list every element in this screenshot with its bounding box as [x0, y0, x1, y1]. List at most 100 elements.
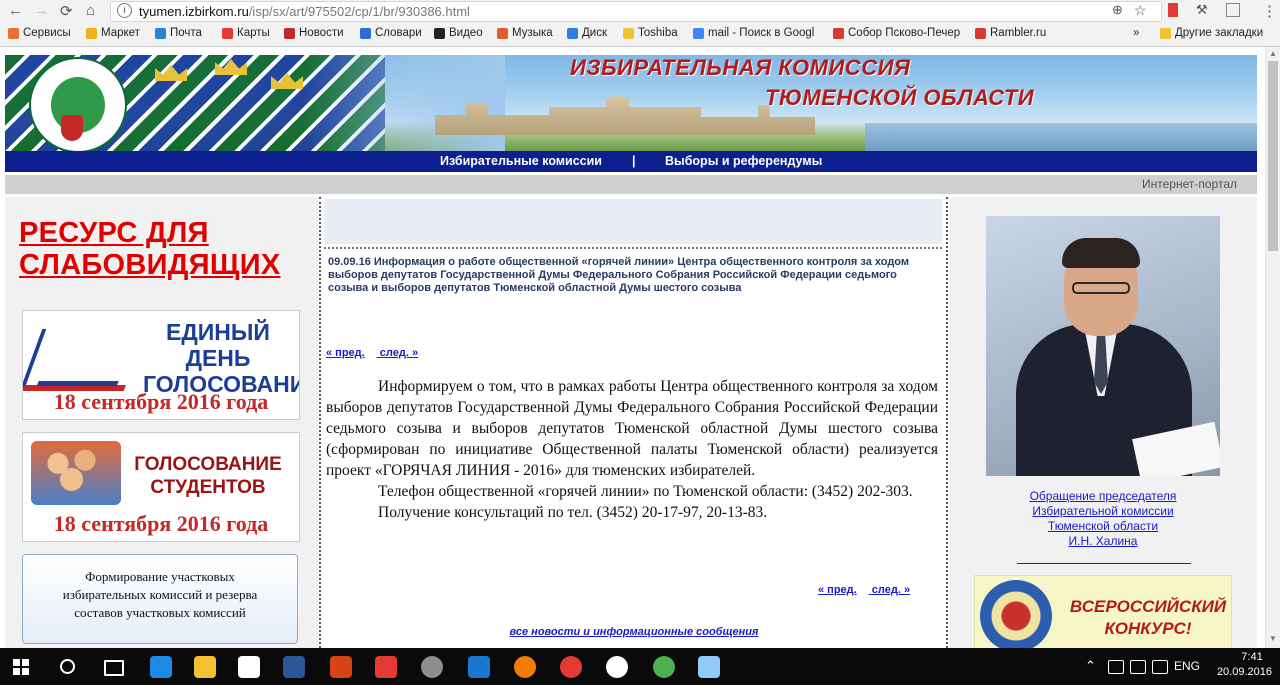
- bookmark-item[interactable]: mail - Поиск в Googl: [693, 27, 814, 39]
- pager-bottom: « пред. след. »: [818, 584, 922, 596]
- chrome-icon[interactable]: [653, 656, 675, 678]
- bookmark-label: Собор Псково-Печер: [848, 27, 961, 39]
- star-icon[interactable]: ☆: [1134, 2, 1147, 19]
- bookmark-item[interactable]: Маркет: [86, 27, 140, 39]
- search-icon[interactable]: [60, 659, 75, 674]
- seal-icon: [980, 580, 1052, 648]
- bookmark-label: Словари: [375, 27, 422, 39]
- yandex-icon[interactable]: [375, 656, 397, 678]
- all-news-link[interactable]: все новости и информационные сообщения: [322, 626, 946, 638]
- site-title-line1: ИЗБИРАТЕЛЬНАЯ КОМИССИЯ: [570, 55, 911, 80]
- info-icon[interactable]: i: [117, 3, 132, 18]
- scroll-thumb[interactable]: [1268, 61, 1278, 251]
- commission-emblem[interactable]: [29, 57, 127, 151]
- bookmark-item[interactable]: Собор Псково-Печер: [833, 27, 960, 39]
- zoom-icon[interactable]: ⊕: [1112, 2, 1123, 18]
- bookmark-item[interactable]: Rambler.ru: [975, 27, 1046, 39]
- bookmark-item[interactable]: Сервисы: [8, 27, 71, 39]
- article-paragraph: Информируем о том, что в рамках работы Ц…: [326, 378, 938, 479]
- bookmark-item[interactable]: Карты: [222, 27, 270, 39]
- notifications-icon[interactable]: [1152, 660, 1168, 674]
- bookmark-item[interactable]: Музыка: [497, 27, 553, 39]
- flag-icon[interactable]: [1168, 3, 1178, 17]
- voting-day-banner[interactable]: ЕДИНЫЙ ДЕНЬ ГОЛОСОВАНИЯ 18 сентября 2016…: [22, 310, 300, 420]
- bookmark-icon: [434, 27, 445, 39]
- scroll-down-icon[interactable]: ▼: [1269, 634, 1277, 643]
- store-icon[interactable]: [238, 656, 260, 678]
- clock-time[interactable]: 7:41: [1232, 651, 1272, 663]
- forward-icon[interactable]: →: [34, 2, 49, 19]
- article-paragraph: Получение консультаций по тел. (3452) 20…: [378, 504, 768, 521]
- windows-start-icon[interactable]: [13, 659, 29, 675]
- other-bookmarks[interactable]: Другие закладки: [1160, 27, 1263, 39]
- explorer-icon[interactable]: [194, 656, 216, 678]
- bookmark-label: Карты: [237, 27, 270, 39]
- bookmark-icon: [284, 27, 295, 39]
- bookmark-item[interactable]: Новости: [284, 27, 344, 39]
- next-link[interactable]: след. »: [380, 347, 418, 359]
- extension-icon[interactable]: ⚒: [1196, 2, 1208, 18]
- chairman-photo[interactable]: [986, 216, 1220, 476]
- bookmark-icon: [623, 27, 634, 39]
- chairman-appeal-link[interactable]: Обращение председателя Избирательной ком…: [949, 489, 1257, 549]
- word-icon[interactable]: [283, 656, 305, 678]
- network-icon[interactable]: [1130, 660, 1146, 674]
- reload-icon[interactable]: ⟳: [60, 2, 73, 20]
- nav-link-elections[interactable]: Выборы и референдумы: [665, 154, 822, 168]
- bookmarks-bar: Сервисы Маркет Почта Карты Новости Словари Вид…: [0, 22, 1280, 47]
- app-circle-icon[interactable]: [421, 656, 443, 678]
- site-title-line2: ТЮМЕНСКОЙ ОБЛАСТИ: [765, 85, 1035, 110]
- bookmark-item[interactable]: Словари: [360, 27, 422, 39]
- content-header: [324, 199, 942, 244]
- prev-link[interactable]: « пред.: [326, 347, 365, 359]
- nav-link-commissions[interactable]: Избирательные комиссии: [440, 154, 602, 168]
- bookmark-item[interactable]: Почта: [155, 27, 202, 39]
- portal-bar: Интернет-портал: [5, 175, 1257, 194]
- bookmark-item[interactable]: Toshiba: [623, 27, 678, 39]
- page-scrollbar[interactable]: ▲ ▼: [1265, 47, 1280, 648]
- prev-link[interactable]: « пред.: [818, 584, 857, 596]
- bookmark-label: Видео: [449, 27, 483, 39]
- bookmark-item[interactable]: Диск: [567, 27, 607, 39]
- task-view-icon[interactable]: [104, 660, 124, 676]
- student-voting-banner[interactable]: ГОЛОСОВАНИЕ СТУДЕНТОВ 18 сентября 2016 г…: [22, 432, 300, 542]
- bookmark-icon: [86, 27, 97, 39]
- clock-date[interactable]: 20.09.2016: [1212, 666, 1272, 678]
- menu-icon[interactable]: ⋮: [1262, 2, 1277, 20]
- firefox-icon[interactable]: [514, 656, 536, 678]
- bookmark-label: Toshiba: [638, 27, 678, 39]
- right-column: Обращение председателя Избирательной ком…: [949, 197, 1257, 648]
- url-host: tyumen.izbirkom.ru: [139, 4, 249, 19]
- other-bookmarks-label: Другие закладки: [1175, 27, 1264, 39]
- bookmark-label: mail - Поиск в Googl: [708, 27, 815, 39]
- underline-divider: [1017, 563, 1191, 564]
- yandex-browser-icon[interactable]: [606, 656, 628, 678]
- chevron-up-icon[interactable]: ⌃: [1085, 658, 1096, 674]
- paint-icon[interactable]: [698, 656, 720, 678]
- opera-icon[interactable]: [560, 656, 582, 678]
- video-icon[interactable]: [330, 656, 352, 678]
- back-icon[interactable]: ←: [8, 2, 23, 19]
- scroll-up-icon[interactable]: ▲: [1269, 49, 1277, 58]
- language-indicator[interactable]: ENG: [1174, 659, 1200, 673]
- folder-icon: [1160, 27, 1171, 39]
- url-field[interactable]: i tyumen.izbirkom.ru/isp/sx/art/975502/c…: [110, 1, 1162, 22]
- left-column: РЕСУРС ДЛЯ СЛАБОВИДЯЩИХ ЕДИНЫЙ ДЕНЬ ГОЛО…: [5, 197, 318, 648]
- low-vision-link[interactable]: РЕСУРС ДЛЯ СЛАБОВИДЯЩИХ: [19, 217, 281, 281]
- bookmark-item[interactable]: Видео: [434, 27, 483, 39]
- next-link[interactable]: след. »: [872, 584, 910, 596]
- center-column: 09.09.16 Информация о работе общественно…: [322, 197, 946, 648]
- bookmark-label: Диск: [582, 27, 607, 39]
- bookmarks-overflow-icon[interactable]: »: [1133, 27, 1139, 39]
- commission-formation-button[interactable]: Формирование участковых избирательных ко…: [22, 554, 298, 644]
- mail-icon[interactable]: [468, 656, 490, 678]
- extension2-icon[interactable]: [1226, 3, 1240, 17]
- bookmark-icon: [155, 27, 166, 39]
- taskbar: ⌃ ENG 7:41 20.09.2016: [0, 648, 1280, 685]
- edge-icon[interactable]: [150, 656, 172, 678]
- shield-icon: [61, 115, 83, 141]
- home-icon[interactable]: ⌂: [86, 2, 95, 19]
- contest-banner[interactable]: ВСЕРОССИЙСКИЙ КОНКУРС!: [974, 575, 1232, 648]
- article-paragraph: Телефон общественной «горячей линии» по …: [378, 483, 913, 500]
- battery-icon[interactable]: [1108, 660, 1124, 674]
